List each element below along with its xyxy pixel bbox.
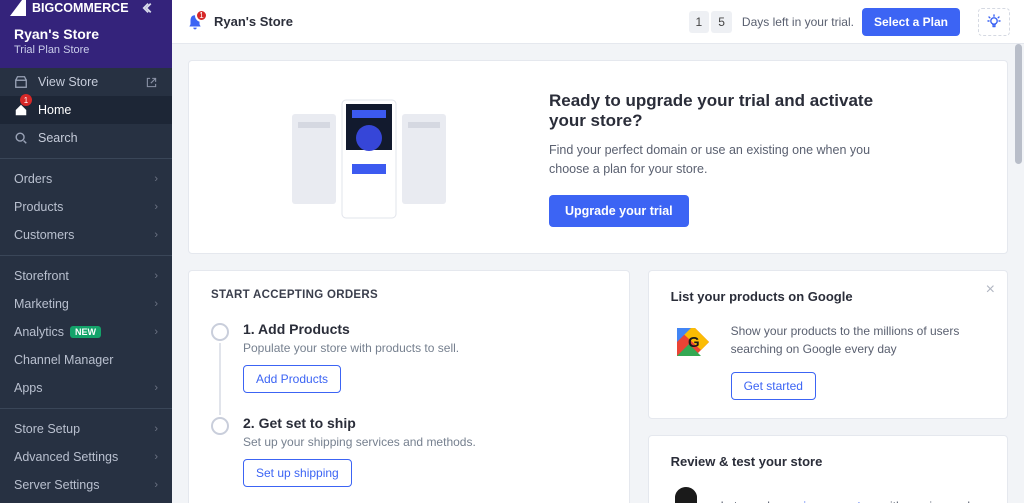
brand-logo-row: BIGCOMMERCE bbox=[0, 0, 172, 16]
hero-title: Ready to upgrade your trial and activate… bbox=[549, 91, 889, 131]
chevron-right-icon: › bbox=[154, 451, 158, 463]
google-card-title: List your products on Google bbox=[671, 289, 985, 304]
review-card-text: Let people preview your store with previ… bbox=[721, 499, 984, 503]
tips-button[interactable] bbox=[978, 8, 1010, 36]
sidebar-group-1: Orders› Products› Customers› bbox=[0, 165, 172, 249]
sidebar-item-products[interactable]: Products› bbox=[0, 193, 172, 221]
google-get-started-button[interactable]: Get started bbox=[731, 372, 816, 400]
chevron-right-icon: › bbox=[154, 270, 158, 282]
sidebar-label-view-store: View Store bbox=[38, 75, 98, 89]
lightbulb-icon bbox=[986, 14, 1002, 30]
section-title: START ACCEPTING ORDERS bbox=[211, 289, 607, 301]
trial-status: 15 Days left in your trial. Select a Pla… bbox=[689, 8, 1010, 36]
sidebar-store-plan: Trial Plan Store bbox=[14, 44, 158, 56]
sidebar-item-analytics[interactable]: AnalyticsNEW› bbox=[0, 318, 172, 346]
sidebar-item-view-store[interactable]: View Store bbox=[0, 68, 172, 96]
step-circle-icon bbox=[211, 417, 229, 435]
sidebar-item-search[interactable]: Search bbox=[0, 124, 172, 152]
chevron-right-icon: › bbox=[154, 229, 158, 241]
review-test-card: Review & test your store Let people prev… bbox=[648, 435, 1008, 503]
sidebar-help-block[interactable]: Help› Support PIN: 22511619 bbox=[0, 499, 172, 503]
sidebar: BIGCOMMERCE Ryan's Store Trial Plan Stor… bbox=[0, 0, 172, 503]
external-link-icon bbox=[146, 77, 158, 88]
main-area: 1 Ryan's Store 15 Days left in your tria… bbox=[172, 0, 1024, 503]
chevron-right-icon: › bbox=[154, 423, 158, 435]
google-listing-card: × List your products on Google G bbox=[648, 270, 1008, 419]
sidebar-item-server-settings[interactable]: Server Settings› bbox=[0, 471, 172, 499]
add-products-button[interactable]: Add Products bbox=[243, 365, 341, 393]
preview-store-link[interactable]: preview your store bbox=[780, 499, 878, 503]
sidebar-item-marketing[interactable]: Marketing› bbox=[0, 290, 172, 318]
upgrade-trial-button[interactable]: Upgrade your trial bbox=[549, 195, 689, 227]
chevron-right-icon: › bbox=[154, 201, 158, 213]
sidebar-item-store-setup[interactable]: Store Setup› bbox=[0, 415, 172, 443]
chevron-right-icon: › bbox=[154, 298, 158, 310]
review-card-title: Review & test your store bbox=[671, 454, 985, 469]
bell-badge: 1 bbox=[195, 9, 208, 22]
hero-card: Ready to upgrade your trial and activate… bbox=[188, 60, 1008, 254]
preview-icon bbox=[671, 483, 705, 503]
store-info-block: Ryan's Store Trial Plan Store bbox=[0, 16, 172, 68]
chevron-right-icon: › bbox=[154, 479, 158, 491]
chevron-right-icon: › bbox=[154, 173, 158, 185]
google-card-desc: Show your products to the millions of us… bbox=[731, 322, 985, 358]
google-tag-icon: G bbox=[671, 322, 713, 400]
collapse-sidebar-icon[interactable] bbox=[142, 1, 162, 15]
search-icon bbox=[14, 131, 30, 145]
step-circle-icon bbox=[211, 323, 229, 341]
store-icon bbox=[14, 75, 30, 89]
svg-text:G: G bbox=[688, 334, 700, 351]
scrollbar[interactable] bbox=[1015, 44, 1022, 164]
select-plan-button[interactable]: Select a Plan bbox=[862, 8, 960, 36]
sidebar-item-apps[interactable]: Apps› bbox=[0, 374, 172, 402]
brand-name: BIGCOMMERCE bbox=[32, 1, 129, 15]
sidebar-item-home[interactable]: 1 Home bbox=[0, 96, 172, 124]
new-badge: NEW bbox=[70, 326, 101, 338]
close-icon[interactable]: × bbox=[986, 281, 995, 299]
chevron-right-icon: › bbox=[154, 382, 158, 394]
step-desc: Populate your store with products to sel… bbox=[243, 341, 459, 355]
trial-digit-2: 5 bbox=[711, 11, 732, 33]
topbar: 1 Ryan's Store 15 Days left in your tria… bbox=[172, 0, 1024, 44]
sidebar-item-advanced-settings[interactable]: Advanced Settings› bbox=[0, 443, 172, 471]
set-up-shipping-button[interactable]: Set up shipping bbox=[243, 459, 352, 487]
trial-text: Days left in your trial. bbox=[742, 15, 854, 29]
sidebar-label-home: Home bbox=[38, 103, 71, 117]
page-title: Ryan's Store bbox=[214, 14, 293, 29]
home-badge: 1 bbox=[20, 94, 32, 106]
notifications-button[interactable]: 1 bbox=[186, 13, 204, 31]
sidebar-group-2: Storefront› Marketing› AnalyticsNEW› Cha… bbox=[0, 262, 172, 402]
hero-desc: Find your perfect domain or use an exist… bbox=[549, 141, 889, 179]
sidebar-group-3: Store Setup› Advanced Settings› Server S… bbox=[0, 415, 172, 499]
chevron-right-icon: › bbox=[154, 326, 158, 338]
step-desc: Set up your shipping services and method… bbox=[243, 435, 476, 449]
sidebar-item-channel-manager[interactable]: Channel Manager bbox=[0, 346, 172, 374]
start-accepting-orders-card: START ACCEPTING ORDERS 1. Add Products P… bbox=[188, 270, 630, 503]
sidebar-label-search: Search bbox=[38, 131, 78, 145]
sidebar-item-storefront[interactable]: Storefront› bbox=[0, 262, 172, 290]
hero-illustration bbox=[229, 94, 509, 224]
trial-digit-1: 1 bbox=[689, 11, 710, 33]
brand-logo-icon bbox=[10, 0, 26, 16]
step-add-products: 1. Add Products Populate your store with… bbox=[211, 321, 607, 393]
step-title: 2. Get set to ship bbox=[243, 415, 476, 431]
sidebar-store-name: Ryan's Store bbox=[14, 26, 158, 42]
step-title: 1. Add Products bbox=[243, 321, 459, 337]
sidebar-item-customers[interactable]: Customers› bbox=[0, 221, 172, 249]
content-scroll[interactable]: Ready to upgrade your trial and activate… bbox=[172, 44, 1024, 503]
sidebar-item-orders[interactable]: Orders› bbox=[0, 165, 172, 193]
step-set-up-shipping: 2. Get set to ship Set up your shipping … bbox=[211, 415, 607, 487]
